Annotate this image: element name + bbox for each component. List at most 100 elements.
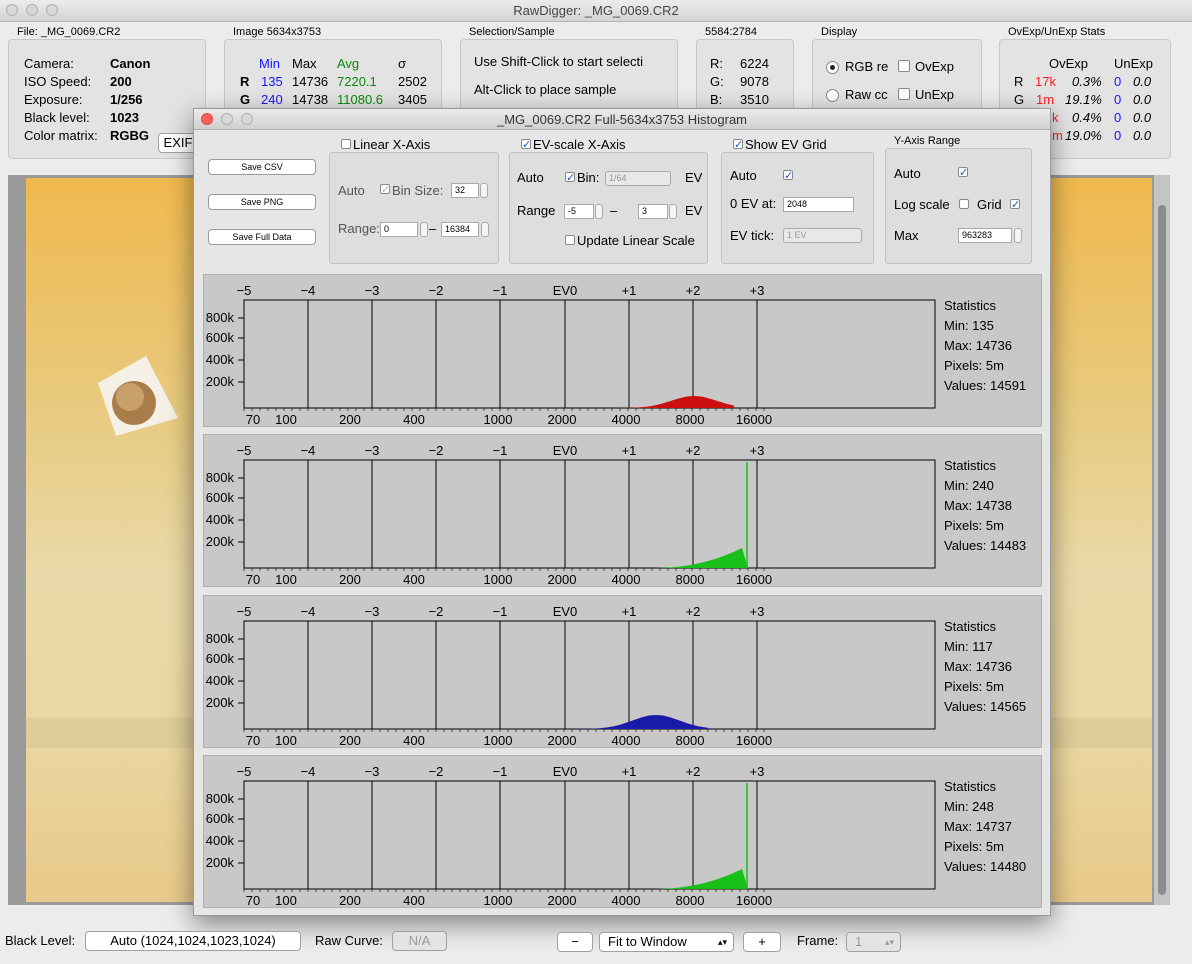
save-csv-button[interactable]: Save CSV	[208, 159, 316, 175]
y-tick-label: 800k	[206, 310, 235, 325]
ev-range-to[interactable]: 3	[638, 204, 668, 219]
stats-g-count: 1m	[1036, 92, 1055, 107]
linear-bin-checkbox[interactable]: ✓	[380, 184, 390, 196]
coord-b-key: B:	[710, 92, 723, 107]
histogram-plot: −5 −4 −3 −2 −1 EV0 +1 +2 +3 800k 600k 400k 200k 70 100…	[206, 604, 1026, 748]
save-full-data-button[interactable]: Save Full Data	[208, 229, 316, 245]
ev-tick-label: −2	[429, 443, 444, 458]
ev-tick-label: +3	[750, 443, 765, 458]
stats-min: Min: 248	[944, 799, 994, 814]
y-max-field[interactable]: 963283	[958, 228, 1012, 243]
scrollbar-track[interactable]	[1154, 175, 1170, 905]
ev-bin-select[interactable]: 1/64	[605, 171, 671, 186]
ev-range-from[interactable]: -5	[564, 204, 594, 219]
y-tick-label: 400k	[206, 512, 235, 527]
linear-range-to-stepper[interactable]	[481, 222, 489, 237]
ev-scale-checkbox[interactable]: ✓	[521, 139, 531, 151]
stats-title: Statistics	[944, 619, 997, 634]
linear-range-label: Range:	[338, 221, 380, 236]
stats-g-pct: 19.1%	[1065, 92, 1102, 107]
ev-tick-label: +1	[622, 604, 637, 619]
save-png-button[interactable]: Save PNG	[208, 194, 316, 210]
ev-tick-label: −5	[237, 604, 252, 619]
zoom-select[interactable]: Fit to Window ▴▾	[599, 932, 734, 952]
ev-tick-label: −4	[301, 604, 316, 619]
log-scale-checkbox[interactable]	[959, 199, 969, 209]
ev-tick-label: −3	[365, 283, 380, 298]
y-auto-checkbox[interactable]: ✓	[958, 167, 968, 179]
selection-hint-2: Alt-Click to place sample	[474, 82, 617, 97]
coord-r-key: R:	[710, 56, 723, 71]
camera-value: Canon	[110, 56, 151, 71]
ev-tick-label: −4	[301, 283, 316, 298]
x-tick-label: 2000	[548, 572, 577, 587]
raw-curve-button[interactable]: N/A	[392, 931, 447, 951]
stats-r-pct: 0.3%	[1072, 74, 1102, 89]
linear-bin-stepper[interactable]	[480, 183, 488, 198]
ev-range-to-stepper[interactable]	[669, 204, 677, 219]
x-tick-label: 16000	[736, 572, 772, 587]
x-tick-label: 100	[275, 733, 297, 748]
ev-tick-select[interactable]: 1 EV	[783, 228, 862, 243]
coord-g-key: G:	[710, 74, 724, 89]
r-label: R	[240, 74, 250, 89]
stats-b-under: 0	[1114, 110, 1122, 125]
linear-bin-field[interactable]: 32	[451, 183, 479, 198]
y-tick-label: 800k	[206, 791, 235, 806]
display-label: Display	[821, 26, 858, 38]
linear-range-to[interactable]: 16384	[441, 222, 479, 237]
ev-bin-checkbox[interactable]: ✓	[565, 172, 575, 184]
dialog-title: _MG_0069.CR2 Full-5634x3753 Histogram	[496, 112, 747, 127]
ev-tick-label: +2	[686, 283, 701, 298]
dialog-titlebar: _MG_0069.CR2 Full-5634x3753 Histogram	[194, 109, 1050, 130]
histogram-panel: −5 −4 −3 −2 −1 EV0 +1 +2 +3 800k 600k 400k 200k 70 100…	[203, 274, 1042, 427]
show-ev-grid-checkbox[interactable]: ✓	[733, 139, 743, 151]
frame-select[interactable]: 1 ▴▾	[846, 932, 901, 952]
rgb-render-radio[interactable]	[826, 61, 839, 74]
y-grid-checkbox[interactable]: ✓	[1010, 199, 1020, 211]
linear-x-axis-checkbox[interactable]	[341, 139, 351, 149]
plot-area	[243, 459, 936, 569]
g-max: 14738	[292, 92, 329, 107]
raw-curve-label: Raw Curve:	[315, 933, 383, 948]
unexp-checkbox[interactable]	[898, 88, 910, 100]
x-tick-label: 2000	[548, 412, 577, 427]
ev-tick-label: −2	[429, 604, 444, 619]
stats-r-label: R	[1014, 74, 1024, 89]
exif-button[interactable]: EXIF	[158, 133, 198, 153]
linear-auto-label: Auto	[338, 183, 365, 198]
zero-ev-field[interactable]: 2048	[783, 197, 854, 212]
y-tick-label: 400k	[206, 673, 235, 688]
exposure-key: Exposure:	[24, 92, 83, 107]
x-tick-label: 100	[275, 412, 297, 427]
x-tick-label: 4000	[612, 572, 641, 587]
linear-bin-label: Bin Size:	[392, 183, 444, 198]
y-tick-label: 400k	[206, 352, 235, 367]
black-level-button[interactable]: Auto (1024,1024,1023,1024)	[85, 931, 301, 951]
r-min: 135	[261, 74, 283, 89]
histogram-plot: −5 −4 −3 −2 −1 EV0 +1 +2 +3 800k 600k 400k 200k 70 100…	[206, 443, 1026, 587]
zoom-in-button[interactable]: +	[743, 932, 781, 952]
zoom-out-button[interactable]: −	[557, 932, 593, 952]
stats-pixels: Pixels: 5m	[944, 679, 1004, 694]
g-sd: 3405	[398, 92, 427, 107]
plot-area	[243, 299, 936, 409]
x-tick-label: 200	[339, 572, 361, 587]
raw-composite-radio[interactable]	[826, 89, 839, 102]
linear-range-from-stepper[interactable]	[420, 222, 428, 237]
ev-tick-label: EV0	[553, 443, 578, 458]
stats-pixels: Pixels: 5m	[944, 358, 1004, 373]
sigma-header: σ	[398, 56, 407, 71]
stats-b-pct: 0.4%	[1072, 110, 1102, 125]
stats-g-under: 0	[1114, 92, 1122, 107]
zero-ev-label: 0 EV at:	[730, 196, 777, 211]
grid-auto-checkbox[interactable]: ✓	[783, 170, 793, 182]
ev-range-from-stepper[interactable]	[595, 204, 603, 219]
scrollbar-thumb[interactable]	[1158, 205, 1166, 895]
x-tick-label: 100	[275, 893, 297, 908]
y-max-stepper[interactable]	[1014, 228, 1022, 243]
ev-tick-label: +1	[622, 443, 637, 458]
ovexp-checkbox[interactable]	[898, 60, 910, 72]
update-linear-checkbox[interactable]	[565, 235, 575, 245]
linear-range-from[interactable]: 0	[380, 222, 418, 237]
